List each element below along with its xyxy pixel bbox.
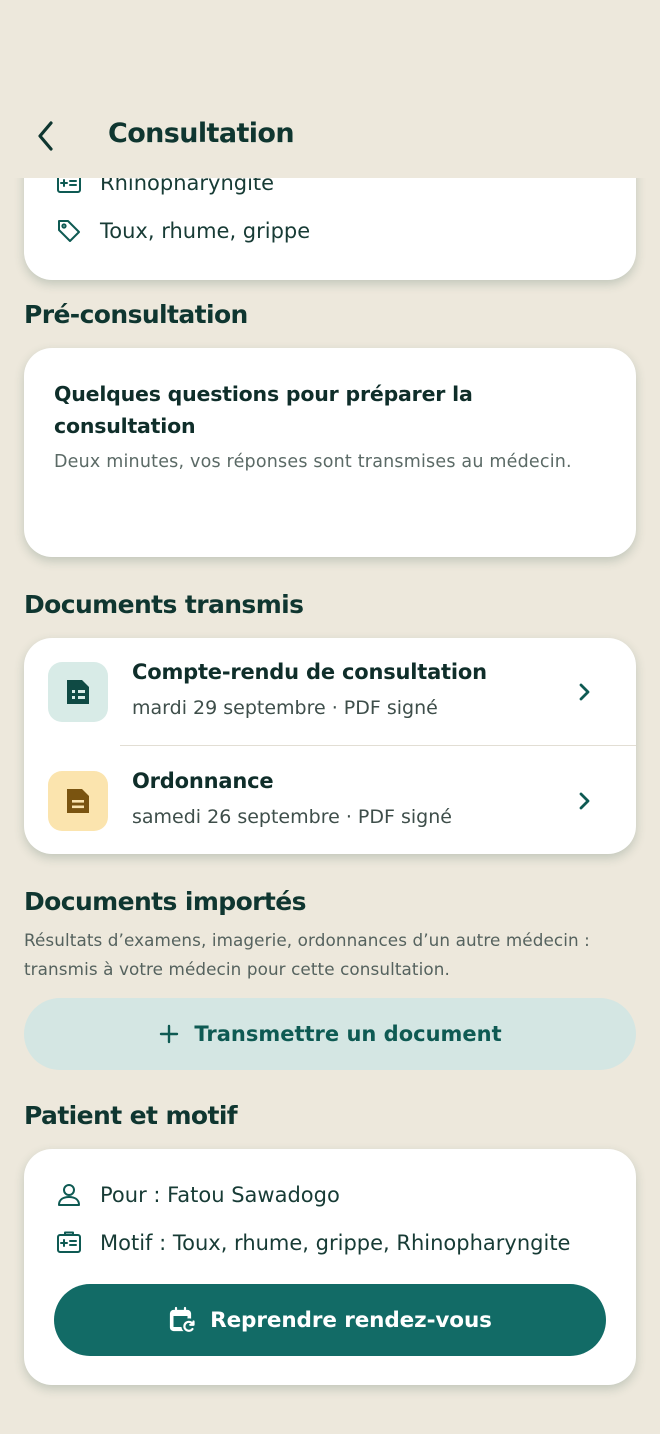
transmit-document-button[interactable]: Transmettre un document [24,998,636,1070]
calendar-refresh-icon [170,1306,197,1334]
reason-text: Motif : Toux, rhume, grippe, Rhinopharyn… [100,1231,571,1255]
divider [120,745,636,746]
document-title: Ordonnance [132,769,274,793]
documents-transmis-heading: Documents transmis [24,590,304,619]
documents-importes-heading: Documents importés [24,887,306,916]
consultation-screen: Rhinopharyngite Toux, rhume, grippe Cons… [0,0,660,1434]
app-header: Consultation [0,0,660,178]
reason-row: Motif : Toux, rhume, grippe, Rhinopharyn… [54,1228,570,1258]
chevron-right-icon [579,683,590,701]
file-report-icon [67,680,89,704]
back-button[interactable] [24,112,68,160]
chevron-right-icon [579,792,590,810]
document-title: Compte-rendu de consultation [132,660,487,684]
patient-heading: Patient et motif [24,1101,238,1130]
pre-consultation-heading: Pré-consultation [24,300,248,329]
document-meta: samedi 26 septembre · PDF signé [132,806,452,828]
file-text-icon [67,789,89,813]
document-meta: mardi 29 septembre · PDF signé [132,697,438,719]
page-title: Consultation [108,118,295,149]
tag-icon [54,216,84,246]
rebook-appointment-button[interactable]: Reprendre rendez-vous [54,1284,606,1356]
document-thumbnail [48,771,108,831]
chevron-left-icon [38,121,53,151]
patient-card: Pour : Fatou Sawadogo Motif : Toux, rhum… [24,1149,636,1385]
plus-icon [160,1024,179,1044]
document-row[interactable]: Ordonnance samedi 26 septembre · PDF sig… [24,747,636,855]
rebook-appointment-label: Reprendre rendez-vous [210,1307,492,1333]
documents-importes-subtitle: Résultats d’examens, imagerie, ordonnanc… [24,930,590,979]
pre-consultation-title: Quelques questions pour préparer la cons… [54,382,473,438]
transmit-document-label: Transmettre un document [194,1022,502,1046]
medical-folder-icon [54,1228,84,1258]
patient-name: Pour : Fatou Sawadogo [100,1183,340,1207]
user-icon [54,1180,84,1210]
tags-row: Toux, rhume, grippe [54,216,310,246]
patient-row: Pour : Fatou Sawadogo [54,1180,340,1210]
document-thumbnail [48,662,108,722]
pre-consultation-subtitle: Deux minutes, vos réponses sont transmis… [54,452,572,472]
tags-text: Toux, rhume, grippe [100,219,311,243]
pre-consultation-card[interactable]: Quelques questions pour préparer la cons… [24,348,636,557]
documents-transmis-card: Compte-rendu de consultation mardi 29 se… [24,638,636,854]
document-row[interactable]: Compte-rendu de consultation mardi 29 se… [24,638,636,746]
